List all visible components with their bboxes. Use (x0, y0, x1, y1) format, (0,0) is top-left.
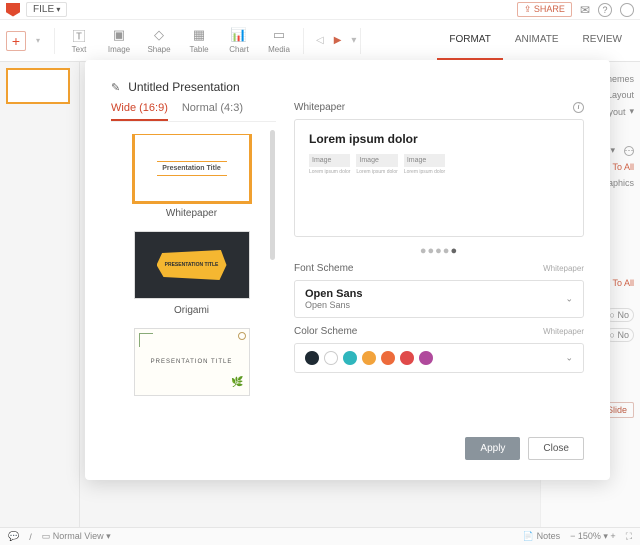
chart-icon: 📊 (231, 27, 247, 43)
aspect-normal-tab[interactable]: Normal (4:3) (182, 102, 243, 121)
template-thumb-whitepaper[interactable]: Presentation Title (134, 134, 250, 202)
preview-image-placeholder: Image (356, 154, 397, 167)
color-swatch (400, 351, 414, 365)
presentation-title[interactable]: Untitled Presentation (128, 80, 239, 94)
text-icon: 🅃 (71, 27, 87, 43)
app-logo (6, 3, 20, 17)
theme-preview: Lorem ipsum dolor ImageLorem ipsum dolor… (294, 119, 584, 237)
tab-animate[interactable]: ANIMATE (503, 21, 571, 60)
preview-slide-title: Lorem ipsum dolor (309, 132, 569, 146)
options-icon[interactable]: ⋯ (624, 146, 634, 156)
template-card[interactable]: PRESENTATION TITLE 🌿 (111, 328, 272, 396)
new-slide-button[interactable]: + (6, 31, 26, 51)
toolbar: + ▾ 🅃Text ▣Image ◇Shape ▦Table 📊Chart ▭M… (0, 20, 640, 62)
color-swatch (305, 351, 319, 365)
info-icon[interactable]: i (573, 102, 584, 113)
close-button[interactable]: Close (528, 437, 584, 460)
mail-icon[interactable]: ✉ (580, 3, 590, 17)
template-thumb-origami[interactable]: PRESENTATION TITLE (134, 231, 250, 299)
chevron-down-icon: ⌄ (565, 353, 573, 364)
tab-review[interactable]: REVIEW (571, 21, 634, 60)
table-icon: ▦ (191, 27, 207, 43)
chevron-down-icon: ⌄ (565, 294, 573, 305)
template-scrollbar[interactable] (270, 130, 275, 260)
media-tool[interactable]: ▭Media (259, 27, 299, 54)
image-tool[interactable]: ▣Image (99, 27, 139, 54)
font-scheme-selector[interactable]: Open Sans Open Sans ⌄ (294, 280, 584, 318)
pencil-icon[interactable]: ✎ (111, 81, 120, 94)
share-button[interactable]: ⇪ SHARE (517, 2, 572, 17)
comment-icon[interactable]: 💬 (8, 531, 19, 542)
slide-panel (0, 62, 80, 527)
shape-tool[interactable]: ◇Shape (139, 27, 179, 54)
view-selector[interactable]: ▭ Normal View ▾ (42, 531, 111, 542)
zoom-control[interactable]: − 150% ▾ + (570, 531, 616, 542)
color-swatch (419, 351, 433, 365)
chevron-down-icon[interactable]: ▾ (351, 35, 356, 46)
template-card[interactable]: PRESENTATION TITLE Origami (111, 231, 272, 316)
template-thumb-nature[interactable]: PRESENTATION TITLE 🌿 (134, 328, 250, 396)
color-swatch (362, 351, 376, 365)
status-bar: 💬 / ▭ Normal View ▾ 📄 Notes − 150% ▾ + ⛶ (0, 527, 640, 545)
notes-button[interactable]: 📄 Notes (523, 531, 560, 542)
help-icon[interactable]: ? (598, 3, 612, 17)
color-scheme-selector[interactable]: ⌄ (294, 343, 584, 373)
table-tool[interactable]: ▦Table (179, 27, 219, 54)
fullscreen-icon[interactable]: ⛶ (626, 531, 632, 542)
template-name: Whitepaper (111, 208, 272, 219)
tab-format[interactable]: FORMAT (437, 21, 502, 60)
preview-image-placeholder: Image (404, 154, 445, 167)
color-scheme-label: Color Scheme (294, 326, 357, 337)
slide-thumbnail[interactable] (6, 68, 70, 104)
template-list: Presentation Title Whitepaper PRESENTATI… (111, 134, 276, 427)
theme-picker-modal: ✎ Untitled Presentation Wide (16:9) Norm… (85, 60, 610, 480)
aspect-wide-tab[interactable]: Wide (16:9) (111, 102, 168, 121)
preview-pagination[interactable]: ●●●●● (294, 245, 584, 257)
user-avatar[interactable] (620, 3, 634, 17)
media-icon: ▭ (271, 27, 287, 43)
font-scheme-label: Font Scheme (294, 263, 353, 274)
preview-image-placeholder: Image (309, 154, 350, 167)
template-card[interactable]: Presentation Title Whitepaper (111, 134, 272, 219)
file-menu[interactable]: FILE (26, 2, 67, 17)
color-swatch (343, 351, 357, 365)
color-scheme-name: Whitepaper (543, 327, 584, 336)
play-icon[interactable]: ▶ (334, 35, 342, 46)
chart-tool[interactable]: 📊Chart (219, 27, 259, 54)
shape-icon: ◇ (151, 27, 167, 43)
color-swatch (324, 351, 338, 365)
template-name: Origami (111, 305, 272, 316)
color-swatch (381, 351, 395, 365)
prev-icon[interactable]: ◁ (316, 35, 324, 46)
font-scheme-name: Whitepaper (543, 264, 584, 273)
preview-label: Whitepaper (294, 102, 345, 113)
chevron-down-icon[interactable]: ▾ (36, 36, 40, 45)
title-bar: FILE ⇪ SHARE ✉ ? (0, 0, 640, 20)
apply-button[interactable]: Apply (465, 437, 520, 460)
image-icon: ▣ (111, 27, 127, 43)
text-tool[interactable]: 🅃Text (59, 27, 99, 54)
